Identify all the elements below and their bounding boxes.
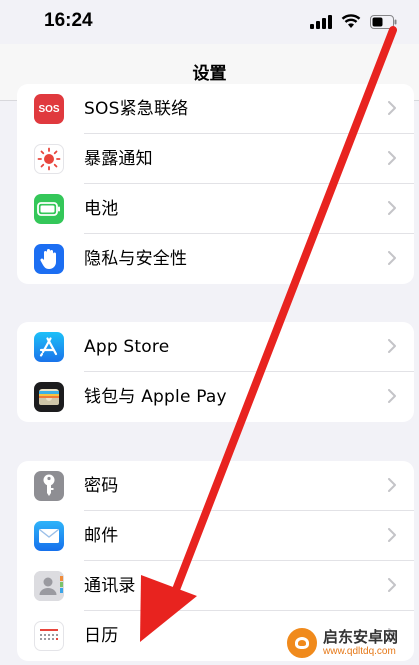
settings-item-label: 电池 (84, 199, 119, 219)
settings-item-mail[interactable]: 邮件 (17, 511, 414, 561)
settings-item-label: 通讯录 (84, 576, 136, 596)
settings-item-passwords[interactable]: 密码 (17, 461, 414, 511)
settings-item-app-store[interactable]: App Store (17, 322, 414, 372)
chevron-right-icon (388, 578, 396, 592)
watermark-url: www.qdltdq.com (323, 645, 396, 657)
privacy-hand-icon (34, 244, 64, 274)
settings-item-label: 邮件 (84, 526, 119, 546)
settings-item-label: 暴露通知 (84, 149, 153, 169)
settings-item-label: SOS紧急联络 (84, 99, 189, 119)
chevron-right-icon (388, 478, 396, 492)
mail-icon (34, 521, 64, 551)
settings-group-2: App Store 钱包与 Apple Pay (17, 322, 414, 422)
chevron-right-icon (388, 389, 396, 403)
status-time: 16:24 (44, 10, 93, 31)
cellular-signal-icon (310, 14, 332, 29)
settings-item-label: App Store (84, 337, 170, 357)
chevron-right-icon (388, 201, 396, 215)
contacts-icon (34, 571, 64, 601)
settings-item-label: 密码 (84, 476, 119, 496)
settings-item-exposure-notifications[interactable]: 暴露通知 (17, 134, 414, 184)
exposure-notification-icon (34, 144, 64, 174)
battery-icon (34, 194, 64, 224)
chevron-right-icon (388, 151, 396, 165)
key-icon (34, 471, 64, 501)
status-bar: 16:24 (0, 0, 419, 44)
watermark-logo-icon (285, 626, 319, 660)
calendar-icon (34, 621, 64, 651)
settings-item-contacts[interactable]: 通讯录 (17, 561, 414, 611)
settings-item-battery[interactable]: 电池 (17, 184, 414, 234)
app-store-icon (34, 332, 64, 362)
wallet-icon (34, 382, 64, 412)
settings-item-label: 钱包与 Apple Pay (84, 387, 227, 407)
settings-item-label: 日历 (84, 626, 119, 646)
settings-item-label: 隐私与安全性 (84, 249, 188, 269)
settings-group-1: SOS SOS紧急联络 暴露通知 电池 隐私与安全性 (17, 84, 414, 284)
settings-item-privacy-security[interactable]: 隐私与安全性 (17, 234, 414, 284)
status-icons (310, 14, 397, 29)
watermark-name: 启东安卓网 (323, 628, 399, 647)
sos-icon: SOS (34, 94, 64, 124)
chevron-right-icon (388, 251, 396, 265)
watermark: 启东安卓网 www.qdltdq.com (285, 623, 415, 663)
settings-item-emergency-sos[interactable]: SOS SOS紧急联络 (17, 84, 414, 134)
chevron-right-icon (388, 101, 396, 115)
wifi-icon (341, 14, 361, 28)
chevron-right-icon (388, 339, 396, 353)
page-title: 设置 (192, 64, 227, 84)
watermark-text: 启东安卓网 www.qdltdq.com (323, 629, 398, 657)
battery-status-icon (370, 14, 397, 29)
chevron-right-icon (388, 528, 396, 542)
settings-item-wallet-apple-pay[interactable]: 钱包与 Apple Pay (17, 372, 414, 422)
